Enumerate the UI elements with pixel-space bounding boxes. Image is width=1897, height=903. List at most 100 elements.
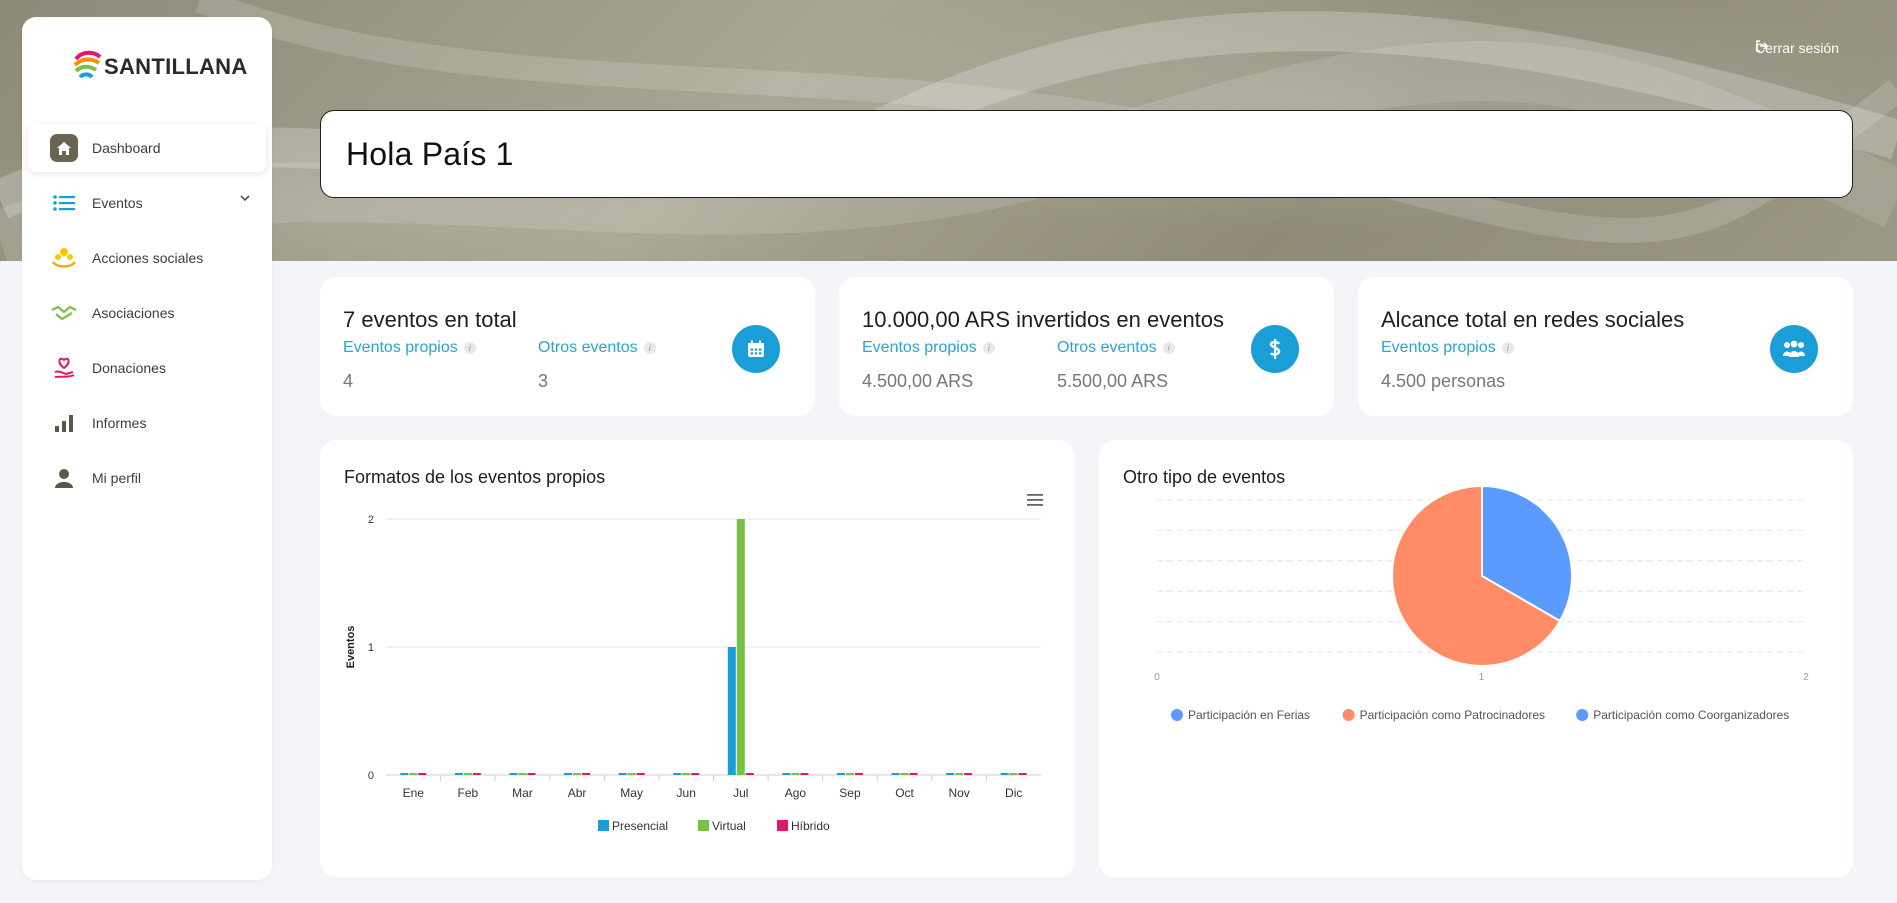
stat-card-investment: 10.000,00 ARS invertidos en eventos Even… bbox=[839, 277, 1334, 416]
x-tick-label: Ago bbox=[785, 786, 807, 800]
bar bbox=[782, 773, 791, 775]
x-tick-label: Abr bbox=[568, 786, 587, 800]
bar bbox=[745, 773, 754, 775]
x-tick-label: Dic bbox=[1005, 786, 1022, 800]
sidebar-item-asociaciones[interactable]: Asociaciones bbox=[28, 289, 266, 337]
legend-swatch bbox=[777, 820, 788, 831]
x-tick-label: Sep bbox=[839, 786, 861, 800]
santillana-logo-mark bbox=[73, 50, 102, 79]
stat-value: 4.500 personas bbox=[1381, 371, 1506, 391]
bar bbox=[845, 773, 854, 775]
chevron-down-icon[interactable] bbox=[240, 195, 250, 202]
x-tick-label: Nov bbox=[948, 786, 969, 800]
sidebar-item-informes[interactable]: Informes bbox=[28, 399, 266, 447]
legend-label: Híbrido bbox=[791, 819, 830, 833]
bar-chart-icon bbox=[50, 409, 78, 437]
x-tick-label: Mar bbox=[512, 786, 533, 800]
legend-swatch bbox=[1171, 709, 1183, 721]
sidebar-item-label: Dashboard bbox=[92, 140, 161, 156]
legend-swatch bbox=[698, 820, 709, 831]
stat-card-total-events: 7 eventos en total Eventos propios i 4 O… bbox=[320, 277, 815, 416]
bar bbox=[627, 773, 636, 775]
bar bbox=[454, 773, 463, 775]
bar bbox=[463, 773, 472, 775]
user-icon bbox=[50, 464, 78, 492]
legend-label: Participación como Coorganizadores bbox=[1593, 708, 1789, 722]
x-tick-label: 2 bbox=[1803, 672, 1809, 683]
info-icon[interactable]: i bbox=[982, 342, 995, 354]
sidebar-item-eventos[interactable]: Eventos bbox=[28, 179, 266, 227]
bar bbox=[1018, 773, 1027, 775]
bar bbox=[400, 773, 409, 775]
y-tick-label: 2 bbox=[368, 514, 374, 526]
bar bbox=[573, 773, 582, 775]
legend-label: Participación como Patrocinadores bbox=[1360, 708, 1545, 722]
bar bbox=[636, 773, 645, 775]
stat-title: 7 eventos en total bbox=[343, 307, 517, 332]
stat-sub-label: Eventos propios i bbox=[862, 339, 995, 357]
stat-sub-label: Eventos propios i bbox=[343, 339, 476, 357]
stat-title: 10.000,00 ARS invertidos en eventos bbox=[862, 307, 1225, 332]
x-tick-label: 0 bbox=[1154, 672, 1160, 683]
bar bbox=[527, 773, 536, 775]
info-icon[interactable]: i bbox=[1501, 342, 1514, 354]
legend-swatch bbox=[1576, 709, 1589, 721]
sidebar-item-donaciones[interactable]: Donaciones bbox=[28, 344, 266, 392]
info-icon[interactable]: i bbox=[643, 342, 656, 354]
stat-sub-label: Otros eventos i bbox=[1057, 339, 1175, 357]
logout-button[interactable]: Cerrar sesión bbox=[1755, 40, 1839, 56]
sidebar-item-label: Eventos bbox=[92, 195, 143, 211]
sidebar-item-label: Asociaciones bbox=[92, 305, 175, 321]
bar bbox=[1000, 773, 1009, 775]
stat-value: 4 bbox=[343, 371, 354, 391]
greeting-title: Hola País 1 bbox=[346, 135, 514, 172]
chart-menu-icon[interactable] bbox=[1027, 494, 1043, 506]
bar bbox=[564, 773, 573, 775]
x-tick-label: May bbox=[620, 786, 643, 800]
list-icon bbox=[50, 189, 78, 217]
logo-text: SANTILLANA bbox=[104, 54, 248, 79]
bar bbox=[582, 773, 591, 775]
sidebar-item-label: Acciones sociales bbox=[92, 250, 204, 266]
bar bbox=[955, 773, 964, 775]
bar-chart: 0 1 2 Eventos Ene Feb Mar Abr May Jun Jul Ago Sep Oct… bbox=[345, 514, 1041, 833]
calendar-icon bbox=[732, 325, 780, 373]
bar bbox=[791, 773, 800, 775]
x-tick-label: Oct bbox=[895, 786, 914, 800]
legend-label: Participación en Ferias bbox=[1188, 708, 1310, 722]
stat-sub-text: Otros eventos bbox=[538, 339, 638, 356]
sidebar-item-dashboard[interactable]: Dashboard bbox=[28, 124, 266, 172]
info-icon[interactable]: i bbox=[1162, 342, 1175, 354]
bar bbox=[800, 773, 809, 775]
x-tick-label: 1 bbox=[1479, 672, 1485, 683]
bar bbox=[518, 773, 527, 775]
stat-title: Alcance total en redes sociales bbox=[1381, 307, 1685, 332]
people-icon bbox=[1770, 325, 1818, 373]
legend-label: Presencial bbox=[612, 819, 668, 833]
stat-sub-label: Otros eventos i bbox=[538, 339, 656, 357]
bar bbox=[673, 773, 682, 775]
heart-hand-icon bbox=[50, 354, 78, 382]
bar bbox=[946, 773, 955, 775]
y-axis-label: Eventos bbox=[345, 626, 357, 669]
stat-value: 4.500,00 ARS bbox=[862, 371, 974, 391]
bar bbox=[691, 773, 700, 775]
bar bbox=[509, 773, 518, 775]
bar bbox=[836, 773, 845, 775]
sidebar-item-mi-perfil[interactable]: Mi perfil bbox=[28, 454, 266, 502]
pie-chart-panel: Otro tipo de eventos 0 1 2 Participación en… bbox=[1099, 440, 1853, 877]
sidebar-item-acciones-sociales[interactable]: Acciones sociales bbox=[28, 234, 266, 282]
bar bbox=[1009, 773, 1018, 775]
stat-value: 5.500,00 ARS bbox=[1057, 371, 1169, 391]
sidebar-item-label: Informes bbox=[92, 415, 147, 431]
logo: SANTILLANA bbox=[72, 49, 248, 85]
bar bbox=[736, 519, 745, 775]
info-icon[interactable]: i bbox=[463, 342, 476, 354]
bar bbox=[909, 773, 918, 775]
x-tick-label: Jul bbox=[733, 786, 748, 800]
stat-value: 3 bbox=[538, 371, 549, 391]
bar bbox=[472, 773, 481, 775]
sidebar-item-label: Mi perfil bbox=[92, 470, 142, 486]
dollar-icon bbox=[1251, 325, 1299, 373]
legend-label: Virtual bbox=[712, 819, 746, 833]
